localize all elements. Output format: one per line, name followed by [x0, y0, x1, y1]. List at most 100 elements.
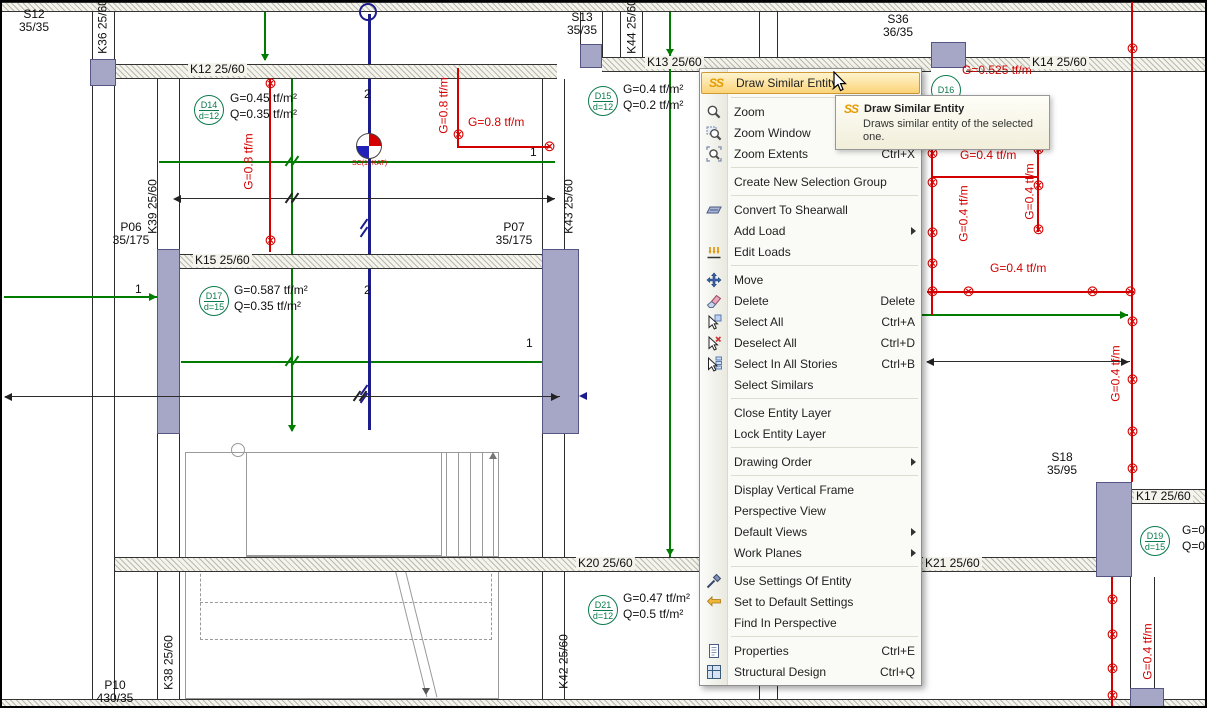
menu-item-default-views[interactable]: Default Views [700, 521, 921, 542]
slab-id: D16 [936, 85, 956, 96]
load-line[interactable] [1131, 2, 1133, 482]
beam-edge-line [92, 12, 93, 699]
empty-icon-slot [700, 479, 728, 500]
axis-number: 1 [530, 146, 537, 159]
slab-thickness: d=12 [593, 611, 613, 621]
column-label-s36: S36 36/35 [874, 13, 922, 39]
menu-item-shortcut: Ctrl+Q [880, 665, 915, 679]
column-s18[interactable] [1096, 482, 1132, 577]
empty-icon-slot [700, 171, 728, 192]
menu-item-close-entity-layer[interactable]: Close Entity Layer [700, 402, 921, 423]
slab-tag-d21[interactable]: D21d=12 [588, 595, 618, 625]
menu-item-label: Display Vertical Frame [734, 483, 921, 497]
dimension-line [175, 198, 555, 199]
menu-item-display-vertical-frame[interactable]: Display Vertical Frame [700, 479, 921, 500]
menu-item-add-load[interactable]: Add Load [700, 220, 921, 241]
eraser-icon [700, 290, 728, 311]
menu-item-label: Add Load [734, 224, 911, 238]
grid-bubble-icon [359, 3, 377, 21]
empty-icon-slot [700, 423, 728, 444]
zoom-extents-icon [700, 143, 728, 164]
menu-item-select-all[interactable]: Select AllCtrl+A [700, 311, 921, 332]
menu-item-label: Work Planes [734, 546, 911, 560]
menu-item-select-similars[interactable]: Select Similars [700, 374, 921, 395]
menu-item-work-planes[interactable]: Work Planes [700, 542, 921, 563]
empty-icon-slot [700, 521, 728, 542]
axis-number: 2 [364, 284, 371, 297]
column-label-s18: S18 35/95 [1038, 451, 1086, 477]
slab-tag-d15[interactable]: D15d=12 [588, 86, 618, 116]
slab-tag-d19[interactable]: D19d=15 [1140, 526, 1170, 556]
draw-similar-icon: SS [702, 73, 730, 93]
load-line[interactable] [927, 291, 1134, 293]
zoom-window-icon [700, 122, 728, 143]
column-s13[interactable] [580, 44, 602, 68]
slab-thickness: d=15 [204, 302, 224, 312]
tooltip-body: Draws similar entity of the selected one… [863, 118, 1039, 144]
menu-item-perspective-view[interactable]: Perspective View [700, 500, 921, 521]
menu-item-properties[interactable]: PropertiesCtrl+E [700, 640, 921, 661]
beam-k12[interactable] [115, 64, 557, 79]
slab-load-g: G=0.45 tf/m² [230, 92, 297, 105]
empty-icon-slot [700, 220, 728, 241]
section-line [368, 14, 371, 64]
tooltip-title: Draw Similar Entity [864, 103, 964, 115]
beam-label-k14: K14 25/60 [1030, 56, 1089, 69]
menu-item-create-new-selection-group[interactable]: Create New Selection Group [700, 171, 921, 192]
stair-landing [246, 452, 442, 556]
slab-thickness: d=12 [199, 111, 219, 121]
slab-load-g: G=0.587 tf/m² [234, 284, 308, 297]
slab-id: D21 [593, 600, 613, 611]
stair-dashed-line [200, 602, 492, 603]
load-label: G=0.8 tf/m [438, 71, 451, 141]
beam-label-k15: K15 25/60 [193, 254, 252, 267]
shearwall-p06[interactable] [157, 249, 180, 434]
menu-item-select-in-all-stories[interactable]: Select In All StoriesCtrl+B [700, 353, 921, 374]
beam-label-k20: K20 25/60 [576, 557, 635, 570]
slab-id: D14 [199, 100, 219, 111]
section-cut-label: SC(1. KAT) [352, 160, 387, 167]
slab-tag-d14[interactable]: D14d=12 [194, 95, 224, 125]
menu-item-find-in-perspective[interactable]: Find In Perspective [700, 612, 921, 633]
beam-label-k42: K42 25/60 [558, 627, 571, 697]
menu-item-deselect-all[interactable]: Deselect AllCtrl+D [700, 332, 921, 353]
dimension-line [927, 361, 1130, 362]
beam-label-k12: K12 25/60 [188, 63, 247, 76]
menu-item-label: Convert To Shearwall [734, 203, 921, 217]
beam-band-bottom[interactable] [2, 699, 1207, 708]
menu-separator [731, 447, 918, 448]
menu-item-label: Delete [734, 294, 870, 308]
menu-item-convert-to-shearwall[interactable]: Convert To Shearwall [700, 199, 921, 220]
menu-item-use-settings-of-entity[interactable]: Use Settings Of Entity [700, 570, 921, 591]
context-menu: SSDraw Similar Entity Zoom Zoom Window Z… [699, 68, 922, 686]
menu-item-delete[interactable]: DeleteDelete [700, 290, 921, 311]
column-s36[interactable] [931, 42, 966, 68]
menu-item-draw-similar-entity[interactable]: SSDraw Similar Entity [701, 72, 920, 94]
load-label: G=0.4 tf/m [960, 149, 1016, 162]
load-node-icon: ⊗ [451, 127, 466, 142]
submenu-arrow-icon [911, 528, 916, 536]
menu-item-label: Select Similars [734, 378, 921, 392]
load-node-icon: ⊗ [1105, 661, 1120, 676]
slab-id: D17 [204, 291, 224, 302]
column-label-s13: S13 35/35 [558, 11, 606, 37]
slab-load-q: Q=0.35 tf/m² [230, 108, 297, 121]
menu-item-structural-design[interactable]: Structural DesignCtrl+Q [700, 661, 921, 682]
menu-item-shortcut: Ctrl+E [881, 644, 915, 658]
submenu-arrow-icon [911, 227, 916, 235]
slab-load-g: G=0 [1182, 524, 1205, 537]
beam-label-k38: K38 25/60 [163, 628, 176, 698]
cursor-deselect-icon [700, 332, 728, 353]
shearwall-p07[interactable] [542, 249, 579, 434]
cursor-select-icon [700, 311, 728, 332]
column[interactable] [90, 59, 116, 86]
menu-item-lock-entity-layer[interactable]: Lock Entity Layer [700, 423, 921, 444]
slab-tag-d17[interactable]: D17d=15 [199, 286, 229, 316]
menu-item-move[interactable]: Move [700, 269, 921, 290]
menu-item-edit-loads[interactable]: Edit Loads [700, 241, 921, 262]
menu-item-drawing-order[interactable]: Drawing Order [700, 451, 921, 472]
menu-item-set-to-default-settings[interactable]: Set to Default Settings [700, 591, 921, 612]
column-label-s12: S12 35/35 [10, 8, 58, 34]
dimension-arrow-icon [173, 195, 181, 203]
column[interactable] [1130, 688, 1164, 708]
